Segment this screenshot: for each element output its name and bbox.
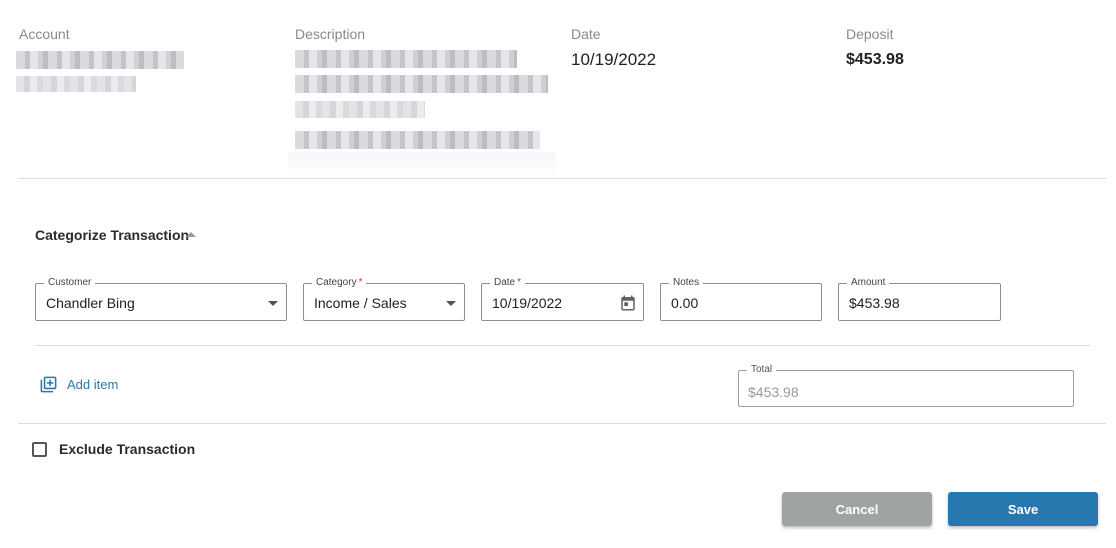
total-value: $453.98 bbox=[748, 384, 799, 400]
category-select[interactable]: Category * Income / Sales bbox=[303, 276, 465, 321]
category-value: Income / Sales bbox=[314, 295, 407, 311]
amount-value: $453.98 bbox=[849, 295, 900, 311]
collapse-caret-icon[interactable] bbox=[186, 232, 196, 237]
notes-input[interactable]: Notes 0.00 bbox=[660, 276, 822, 321]
deposit-value: $453.98 bbox=[846, 51, 904, 68]
exclude-transaction-checkbox[interactable] bbox=[32, 441, 47, 457]
calendar-icon[interactable] bbox=[619, 294, 637, 312]
add-item-label: Add item bbox=[67, 376, 119, 392]
description-label: Description bbox=[295, 26, 366, 42]
chevron-down-icon[interactable] bbox=[268, 301, 278, 306]
notes-field-label: Notes bbox=[669, 276, 704, 290]
summary-divider bbox=[18, 178, 1106, 179]
customer-field-label: Customer bbox=[44, 276, 96, 290]
add-box-icon bbox=[40, 376, 57, 392]
account-label: Account bbox=[19, 26, 70, 42]
deposit-label: Deposit bbox=[846, 26, 894, 42]
categorize-transaction-title[interactable]: Categorize Transaction bbox=[35, 227, 189, 243]
description-redacted-line-1 bbox=[295, 50, 517, 68]
description-redacted-line-4 bbox=[295, 131, 540, 149]
exclude-transaction-option[interactable]: Exclude Transaction bbox=[32, 441, 195, 457]
description-redacted-line-2 bbox=[295, 75, 548, 93]
description-fade bbox=[288, 152, 556, 178]
total-label: Total bbox=[747, 363, 777, 377]
date-value: 10/19/2022 bbox=[571, 50, 657, 69]
customer-select[interactable]: Customer Chandler Bing bbox=[35, 276, 287, 321]
description-column: Description bbox=[295, 26, 365, 42]
section-divider bbox=[18, 423, 1106, 424]
date-field-value: 10/19/2022 bbox=[492, 295, 563, 311]
date-field-label: Date * bbox=[490, 276, 526, 290]
account-column: Account bbox=[19, 26, 70, 42]
add-item-button[interactable]: Add item bbox=[39, 374, 118, 394]
account-redacted-line-2 bbox=[16, 76, 136, 92]
save-button[interactable]: Save bbox=[948, 492, 1098, 526]
deposit-column: Deposit $453.98 bbox=[846, 26, 904, 70]
chevron-down-icon[interactable] bbox=[446, 301, 456, 306]
date-label: Date bbox=[571, 26, 601, 42]
notes-value: 0.00 bbox=[671, 295, 699, 311]
cancel-button[interactable]: Cancel bbox=[782, 492, 932, 526]
category-field-label: Category * bbox=[312, 276, 367, 290]
customer-value: Chandler Bing bbox=[46, 295, 135, 311]
amount-field-label: Amount bbox=[847, 276, 890, 290]
description-redacted-line-3 bbox=[295, 101, 425, 118]
amount-input[interactable]: Amount $453.98 bbox=[838, 276, 1001, 321]
date-picker-field[interactable]: Date * 10/19/2022 bbox=[481, 276, 644, 321]
date-column: Date 10/19/2022 bbox=[571, 26, 656, 70]
account-redacted bbox=[16, 51, 184, 69]
exclude-transaction-label[interactable]: Exclude Transaction bbox=[59, 441, 195, 457]
total-field: Total $453.98 bbox=[738, 363, 1074, 407]
items-divider bbox=[35, 345, 1090, 346]
